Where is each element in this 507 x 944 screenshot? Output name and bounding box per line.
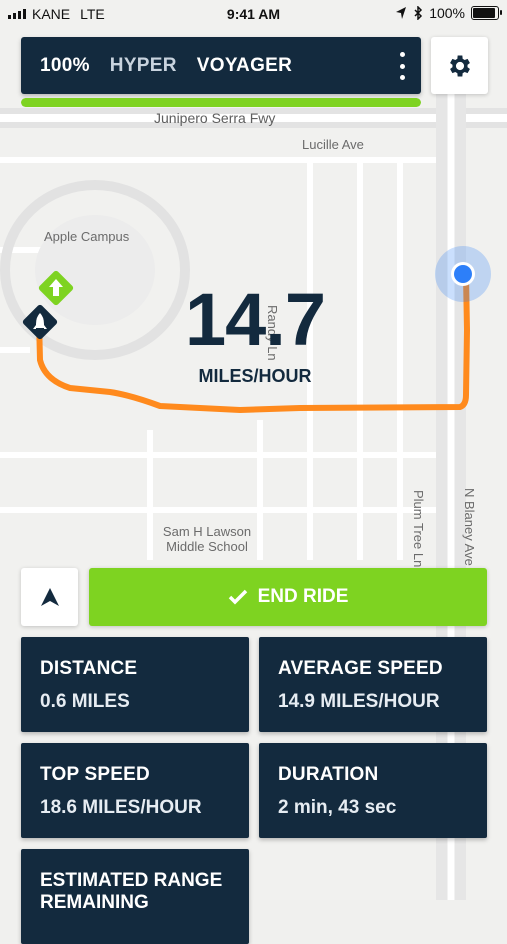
vehicle-name: VOYAGER <box>196 55 293 76</box>
location-arrow-icon <box>396 7 407 19</box>
settings-button[interactable] <box>431 37 488 94</box>
current-speed: 14.7 MILES/HOUR <box>150 280 360 387</box>
gear-icon <box>449 55 470 76</box>
ride-mode: HYPER <box>109 55 177 76</box>
rocket-icon <box>22 304 58 340</box>
bluetooth-icon <box>414 6 423 20</box>
stat-value: 18.6 MILES/HOUR <box>40 797 202 818</box>
stat-value: 0.6 MILES <box>40 691 130 712</box>
origin-marker[interactable] <box>22 304 58 349</box>
battery-percent: 100% <box>429 5 465 21</box>
vehicle-header[interactable]: 100% HYPER VOYAGER <box>21 37 421 94</box>
stat-value: 2 min, 43 sec <box>278 797 397 818</box>
stat-card-top-speed: TOP SPEED 18.6 MILES/HOUR <box>21 743 249 838</box>
stat-title: TOP SPEED <box>40 764 150 785</box>
recenter-button[interactable] <box>21 568 78 626</box>
battery-progress-bar <box>21 98 421 107</box>
more-options-icon[interactable] <box>397 52 407 80</box>
map-label-blaney: N Blaney Ave <box>462 488 477 566</box>
status-bar: KANE LTE 9:41 AM 100% <box>0 0 507 28</box>
stat-value: 14.9 MILES/HOUR <box>278 691 440 712</box>
end-ride-button[interactable]: END RIDE <box>89 568 487 626</box>
speed-value: 14.7 <box>184 278 326 361</box>
battery-icon <box>471 6 502 20</box>
start-arrow-icon <box>38 270 74 306</box>
map-label-school: Sam H Lawson Middle School <box>162 524 252 554</box>
check-icon <box>228 589 247 605</box>
map-label-lucille: Lucille Ave <box>302 137 364 152</box>
stat-title: DURATION <box>278 764 379 785</box>
stat-title: ESTIMATED RANGE REMAINING <box>40 870 223 913</box>
map-label-freeway: Junipero Serra Fwy <box>154 110 276 126</box>
stat-card-range-remaining: ESTIMATED RANGE REMAINING <box>21 849 249 944</box>
stat-card-duration: DURATION 2 min, 43 sec <box>259 743 487 838</box>
speed-unit: MILES/HOUR <box>198 366 312 386</box>
stat-card-average-speed: AVERAGE SPEED 14.9 MILES/HOUR <box>259 637 487 732</box>
map-label-apple-campus: Apple Campus <box>44 229 130 244</box>
map-label-plum: Plum Tree Ln <box>411 490 426 568</box>
stat-title: AVERAGE SPEED <box>278 658 443 679</box>
end-ride-label: END RIDE <box>257 586 349 607</box>
navigation-arrow-icon <box>40 588 59 606</box>
vehicle-battery: 100% <box>40 55 90 76</box>
stat-card-distance: DISTANCE 0.6 MILES <box>21 637 249 732</box>
stat-title: DISTANCE <box>40 658 138 679</box>
